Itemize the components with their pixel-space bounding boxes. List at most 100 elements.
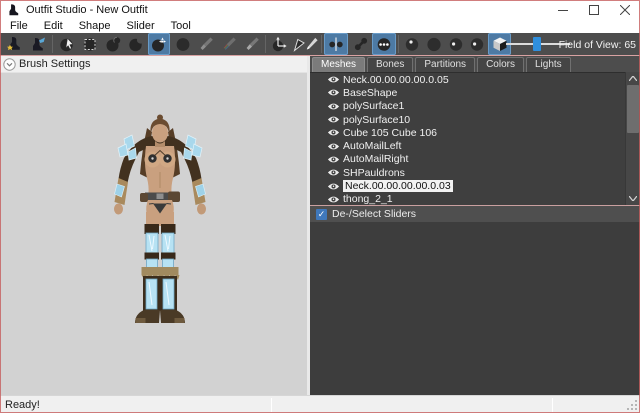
- menu-item[interactable]: Shape: [71, 20, 119, 33]
- move-brush-icon: [151, 36, 167, 52]
- visibility-eye-icon[interactable]: [327, 128, 340, 137]
- scroll-up-button[interactable]: [626, 72, 640, 85]
- visibility-eye-icon[interactable]: [327, 168, 340, 177]
- transform-tool-button[interactable]: [268, 33, 290, 55]
- viewport-3d[interactable]: [0, 73, 307, 395]
- brush-falloff-sphere-1-button[interactable]: [401, 33, 422, 55]
- arrow-up-icon: [629, 76, 637, 81]
- resize-grip-icon[interactable]: [626, 399, 638, 411]
- mesh-list-item[interactable]: AutoMailRight: [310, 153, 640, 166]
- load-project-icon: [6, 36, 22, 52]
- save-project-button[interactable]: [27, 33, 49, 55]
- mesh-list-item[interactable]: Neck.00.00.00.00.0.03: [310, 179, 640, 192]
- maximize-button[interactable]: [578, 0, 609, 20]
- arrow-down-icon: [629, 196, 637, 201]
- select-tool-button[interactable]: [56, 33, 78, 55]
- sash-line: [0, 55, 640, 56]
- paint-brush-icon: [198, 36, 214, 52]
- tab-item[interactable]: Meshes: [312, 57, 365, 72]
- visibility-eye-icon[interactable]: [327, 75, 340, 84]
- mesh-name: SHPauldrons: [343, 167, 405, 179]
- minimize-button[interactable]: [547, 0, 578, 20]
- brush-falloff-sphere-2-button[interactable]: [423, 33, 444, 55]
- statusbar-separator: [271, 398, 272, 412]
- visibility-eye-icon[interactable]: [327, 88, 340, 97]
- inflate-brush-button[interactable]: [102, 33, 124, 55]
- mesh-list-item[interactable]: polySurface1: [310, 100, 640, 113]
- deflate-brush-icon: [128, 36, 144, 52]
- mesh-list-item[interactable]: BaseShape: [310, 86, 640, 99]
- collapse-chevron-icon[interactable]: [3, 58, 16, 71]
- toolbar-separator: [52, 35, 53, 53]
- brush-falloff-sphere-3-button[interactable]: [445, 33, 466, 55]
- erase-paint-brush-icon: [244, 36, 260, 52]
- color-paint-brush-icon: [221, 36, 237, 52]
- mesh-list-item[interactable]: Cube 105 Cube 106: [310, 126, 640, 139]
- left-panel: Brush Settings: [0, 56, 307, 395]
- scroll-down-button[interactable]: [626, 192, 640, 205]
- vertex-pen-icon: [304, 36, 319, 52]
- tab-item[interactable]: Bones: [367, 57, 413, 72]
- mesh-list[interactable]: Neck.00.00.00.00.0.05 BaseShape: [310, 72, 640, 205]
- visibility-eye-icon[interactable]: [327, 155, 340, 164]
- deflate-brush-button[interactable]: [125, 33, 147, 55]
- smooth-brush-button[interactable]: [172, 33, 194, 55]
- menu-bar: FileEditShapeSliderTool: [0, 20, 640, 33]
- tab-item[interactable]: Lights: [526, 57, 571, 72]
- mesh-name: polySurface10: [343, 114, 410, 126]
- paint-brush-button[interactable]: [195, 33, 217, 55]
- visibility-eye-icon[interactable]: [327, 142, 340, 151]
- menu-item[interactable]: Slider: [119, 20, 163, 33]
- mask-brush-icon: [82, 36, 98, 52]
- mesh-list-scrollbar[interactable]: [625, 72, 639, 205]
- vertex-edit-button[interactable]: [303, 33, 320, 55]
- mesh-list-item[interactable]: thong_2_1: [310, 193, 640, 205]
- load-project-button[interactable]: [3, 33, 25, 55]
- sliders-panel[interactable]: [310, 222, 640, 395]
- smooth-brush-icon: [175, 36, 191, 52]
- color-paint-brush-button[interactable]: [218, 33, 240, 55]
- mesh-name: Neck.00.00.00.00.0.05: [343, 74, 449, 86]
- scrollbar-thumb[interactable]: [627, 85, 639, 133]
- mesh-list-item[interactable]: AutoMailLeft: [310, 139, 640, 152]
- visibility-eye-icon[interactable]: [327, 102, 340, 111]
- deselect-sliders-label: De-/Select Sliders: [332, 208, 416, 220]
- status-bar: Ready!: [0, 395, 640, 413]
- toolbar: Field of View: 65: [0, 33, 640, 56]
- move-brush-button[interactable]: [148, 33, 170, 55]
- sphere-dot-icon: [404, 36, 420, 52]
- mask-brush-button[interactable]: [79, 33, 101, 55]
- mesh-list-item[interactable]: polySurface10: [310, 113, 640, 126]
- erase-paint-brush-button[interactable]: [241, 33, 263, 55]
- tab-item[interactable]: Partitions: [415, 57, 475, 72]
- field-of-view-label: Field of View: 65: [559, 39, 636, 51]
- visibility-eye-icon[interactable]: [327, 195, 340, 204]
- connected-vertices-icon: [353, 36, 369, 52]
- minimize-icon: [558, 5, 568, 15]
- mesh-list-item[interactable]: SHPauldrons: [310, 166, 640, 179]
- mesh-name: Cube 105 Cube 106: [343, 127, 437, 139]
- character-model: [95, 112, 225, 342]
- brush-settings-collapsible[interactable]: Brush Settings: [0, 56, 307, 73]
- visibility-eye-icon[interactable]: [327, 115, 340, 124]
- deselect-sliders-checkbox[interactable]: ✓: [316, 209, 327, 220]
- slider-thumb[interactable]: [533, 37, 541, 51]
- menu-item[interactable]: Edit: [36, 20, 71, 33]
- slider-section-header: ✓ De-/Select Sliders: [310, 205, 640, 222]
- right-panel: MeshesBonesPartitionsColorsLights Neck.0…: [310, 56, 640, 395]
- x-mirror-toggle[interactable]: [324, 33, 348, 55]
- brush-falloff-sphere-4-button[interactable]: [466, 33, 487, 55]
- brush-settings-label: Brush Settings: [19, 58, 91, 70]
- mesh-list-item[interactable]: Neck.00.00.00.00.0.05: [310, 73, 640, 86]
- close-icon: [620, 5, 630, 15]
- visibility-eye-icon[interactable]: [327, 182, 340, 191]
- menu-item[interactable]: File: [2, 20, 36, 33]
- tab-item[interactable]: Colors: [477, 57, 524, 72]
- menu-item[interactable]: Tool: [163, 20, 199, 33]
- connected-only-toggle[interactable]: [350, 33, 372, 55]
- app-logo-icon: [7, 3, 20, 17]
- global-brush-collision-toggle[interactable]: [372, 33, 396, 55]
- title-bar[interactable]: Outfit Studio - New Outfit: [0, 0, 640, 20]
- mesh-name: BaseShape: [343, 87, 397, 99]
- close-button[interactable]: [609, 0, 640, 20]
